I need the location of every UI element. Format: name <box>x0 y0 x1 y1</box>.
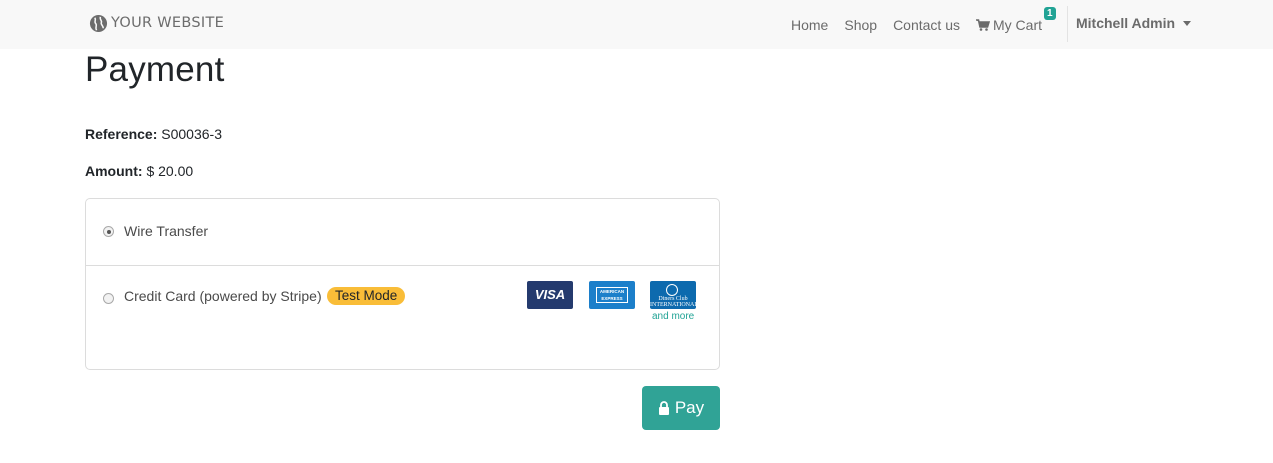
user-menu-dropdown[interactable]: Mitchell Admin <box>1076 15 1192 31</box>
diners-logo-circle <box>666 284 678 296</box>
test-mode-badge: Test Mode <box>327 287 406 305</box>
chevron-down-icon <box>1183 21 1192 26</box>
payment-option-wire[interactable]: Wire Transfer <box>86 199 719 266</box>
pay-button-label: Pay <box>674 398 705 417</box>
amount-line: Amount: $ 20.00 <box>85 163 193 179</box>
wire-transfer-radio[interactable] <box>103 226 114 237</box>
amex-card-icon: AMERICAN EXPRESS <box>589 281 635 309</box>
brand-logo[interactable]: YOUR WEBSITE <box>89 13 224 33</box>
reference-value: S00036-3 <box>161 126 222 142</box>
brand-name: YOUR WEBSITE <box>111 15 225 31</box>
payment-methods-card: Wire Transfer Credit Card (powered by St… <box>85 198 720 370</box>
diners-card-icon: Diners Club INTERNATIONAL <box>650 281 698 309</box>
visa-card-icon: VISA <box>527 281 573 309</box>
pay-button[interactable]: Pay <box>642 386 720 430</box>
lock-icon <box>658 401 669 415</box>
cart-icon <box>976 18 990 31</box>
diners-card-text: Diners Club INTERNATIONAL <box>650 296 698 308</box>
nav-divider <box>1067 6 1068 42</box>
nav-shop[interactable]: Shop <box>844 17 877 33</box>
main-nav: Home Shop Contact us My Cart 1 <box>791 0 1056 49</box>
amount-label: Amount: <box>85 163 143 179</box>
nav-cart[interactable]: My Cart 1 <box>976 6 1056 33</box>
cart-count-badge: 1 <box>1044 6 1056 20</box>
credit-card-radio[interactable] <box>103 293 114 304</box>
nav-contact[interactable]: Contact us <box>893 17 960 33</box>
top-navbar: YOUR WEBSITE Home Shop Contact us My Car… <box>0 0 1273 49</box>
credit-card-label[interactable]: Credit Card (powered by Stripe) <box>124 288 322 304</box>
nav-home[interactable]: Home <box>791 17 828 33</box>
payment-option-stripe[interactable]: Credit Card (powered by Stripe) Test Mod… <box>86 266 719 369</box>
reference-label: Reference: <box>85 126 158 142</box>
and-more-link[interactable]: and more <box>652 311 694 322</box>
amex-card-text: AMERICAN EXPRESS <box>596 287 628 303</box>
amount-value: $ 20.00 <box>146 163 194 179</box>
reference-line: Reference: S00036-3 <box>85 126 222 142</box>
user-name: Mitchell Admin <box>1076 15 1176 31</box>
globe-icon <box>89 14 108 32</box>
page-title: Payment <box>85 50 225 89</box>
wire-transfer-label[interactable]: Wire Transfer <box>124 223 208 239</box>
cart-label: My Cart <box>993 16 1042 33</box>
